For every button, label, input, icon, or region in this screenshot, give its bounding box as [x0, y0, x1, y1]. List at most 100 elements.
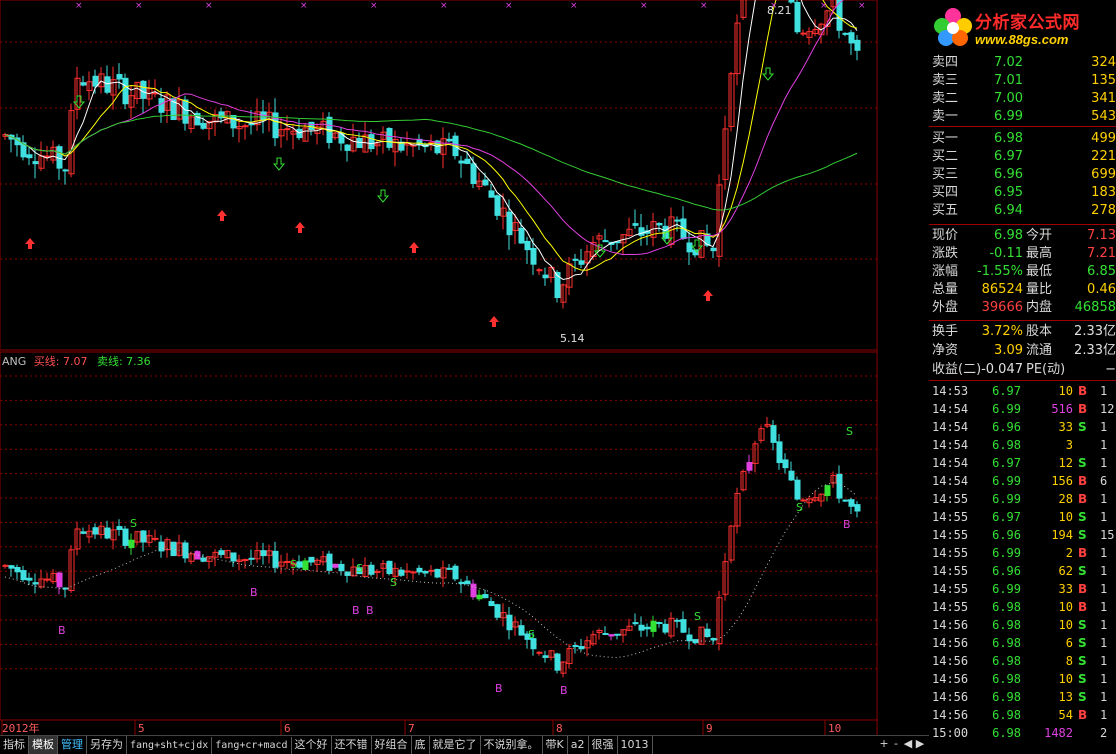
toolbar-tab[interactable]: 还不错: [332, 736, 372, 754]
tick-row[interactable]: 14:55 6.97 10 S 1: [929, 508, 1116, 526]
tick-direction: S: [1078, 618, 1087, 632]
indicator-candle-body: [92, 527, 99, 535]
tick-price: 6.96: [992, 420, 1021, 434]
tick-count: 1: [1100, 654, 1108, 668]
toolbar-tab[interactable]: fang+sht+cjdx: [127, 737, 213, 754]
flower-logo-icon: [934, 8, 972, 46]
ask-label: 卖四: [932, 55, 959, 70]
tick-count: 1: [1100, 708, 1108, 722]
bid-volume: 278: [1091, 203, 1116, 218]
price-candle-body: [248, 123, 255, 126]
top-signal-marker: ×: [640, 1, 648, 11]
tick-row[interactable]: 14:55 6.99 2 B 1: [929, 544, 1116, 562]
ask-price: 7.01: [994, 73, 1023, 88]
tick-count: 1: [1100, 672, 1108, 686]
toolbar-tab[interactable]: 这个好: [292, 736, 332, 754]
toolbar-tab[interactable]: 就是它了: [430, 736, 481, 754]
price-candle-body: [482, 179, 489, 186]
indicator-candle-body: [848, 499, 855, 507]
tick-row[interactable]: 14:54 6.99 516 B 12: [929, 400, 1116, 418]
tick-row[interactable]: 14:56 6.98 6 S 1: [929, 634, 1116, 652]
tick-row[interactable]: 14:55 6.96 194 S 15: [929, 526, 1116, 544]
tick-row[interactable]: 14:54 6.98 3 1: [929, 436, 1116, 454]
indicator-candle-body: [776, 441, 783, 464]
tick-row[interactable]: 14:53 6.97 10 B 1: [929, 382, 1116, 400]
nav-button[interactable]: +: [878, 735, 890, 753]
tick-row[interactable]: 14:55 6.96 62 S 1: [929, 562, 1116, 580]
chart-area[interactable]: 7.1107.096.38-10%5.74-20%8.508.258.007.7…: [0, 0, 878, 735]
quote-value: 6.85: [1087, 264, 1116, 279]
tick-row[interactable]: 15:00 6.98 1482 2: [929, 724, 1116, 742]
indicator-candle-body: [32, 582, 39, 585]
top-signal-marker: ×: [440, 1, 448, 11]
price-candle-body: [158, 98, 165, 113]
sell-signal-label: S: [528, 628, 535, 641]
toolbar-tab[interactable]: 不说别拿。: [481, 736, 543, 754]
indicator-candle-body: [326, 553, 333, 571]
quote-value: 39666: [981, 300, 1023, 315]
ma60-line: [4, 114, 858, 211]
tick-row[interactable]: 14:56 6.98 10 S 1: [929, 616, 1116, 634]
tick-row[interactable]: 14:54 6.99 156 B 6: [929, 472, 1116, 490]
tick-row[interactable]: 14:56 6.98 13 S 1: [929, 688, 1116, 706]
quote-label: PE(动): [1026, 362, 1066, 377]
quote-label: 现价: [932, 228, 959, 243]
tick-row[interactable]: 14:56 6.98 10 S 1: [929, 670, 1116, 688]
toolbar-tab[interactable]: 指标: [0, 736, 29, 754]
logo-url: www.88gs.com: [975, 32, 1069, 47]
tick-time: 14:55: [932, 492, 969, 506]
price-candle-body: [518, 227, 525, 244]
tick-row[interactable]: 14:56 6.98 8 S 1: [929, 652, 1116, 670]
tick-row[interactable]: 14:54 6.97 12 S 1: [929, 454, 1116, 472]
toolbar-tab[interactable]: a2: [568, 736, 589, 754]
tick-row[interactable]: 14:56 6.98 54 B 1: [929, 706, 1116, 724]
price-candle-body: [344, 144, 351, 151]
indicator-candle-body: [104, 527, 111, 539]
indicator-candle-body: [704, 628, 711, 638]
nav-button[interactable]: -: [890, 735, 902, 753]
toolbar-tab[interactable]: 模板: [29, 736, 58, 754]
logo: 分析家公式网 www.88gs.com: [929, 0, 1116, 54]
toolbar-tab[interactable]: 管理: [58, 736, 87, 754]
toolbar-tab[interactable]: 很强: [589, 736, 618, 754]
ask-volume: 543: [1091, 109, 1116, 124]
toolbar-tab[interactable]: 底: [412, 736, 430, 754]
indicator-candle-body: [116, 526, 123, 530]
buy-arrow-icon: [703, 290, 713, 301]
tick-volume: 62: [1058, 564, 1073, 578]
indicator-candle-body: [476, 594, 483, 600]
indicator-candle-body: [242, 559, 249, 562]
tick-row[interactable]: 14:54 6.96 33 S 1: [929, 418, 1116, 436]
tick-time: 14:53: [932, 384, 969, 398]
buy-signal-label: B: [843, 518, 851, 531]
toolbar-tab[interactable]: fang+cr+macd: [212, 737, 292, 754]
date-axis-label: 7: [408, 722, 415, 735]
quote-value: -0.11: [989, 246, 1023, 261]
bid-row: 买一 6.98 499: [929, 130, 1116, 148]
buy-signal-label: B: [495, 682, 503, 695]
toolbar-tab[interactable]: 另存为: [87, 736, 127, 754]
toolbar-tab[interactable]: 1013: [618, 736, 653, 754]
tick-row[interactable]: 14:55 6.98 10 B 1: [929, 598, 1116, 616]
tick-count: 2: [1100, 726, 1108, 740]
tick-direction: B: [1078, 708, 1088, 722]
nav-buttons: + - ◀ ▶: [878, 735, 929, 753]
top-signal-marker: ×: [858, 1, 866, 11]
tick-price: 6.98: [992, 690, 1021, 704]
nav-button[interactable]: ◀: [902, 735, 914, 753]
tick-count: 1: [1100, 420, 1108, 434]
tick-row[interactable]: 14:55 6.99 33 B 1: [929, 580, 1116, 598]
indicator-candle-body: [410, 571, 417, 574]
quote-value: -1.55%: [977, 264, 1023, 279]
price-candle-body: [842, 32, 849, 35]
toolbar-tab[interactable]: 带K: [543, 736, 568, 754]
toolbar-tab[interactable]: 好组合: [372, 736, 412, 754]
tick-price: 6.98: [992, 636, 1021, 650]
nav-button[interactable]: ▶: [914, 735, 926, 753]
ask-label: 卖二: [932, 91, 959, 106]
date-axis-label: 6: [284, 722, 291, 735]
price-candle-body: [62, 169, 69, 172]
indicator-candle-body: [8, 565, 15, 569]
tick-row[interactable]: 14:55 6.99 28 B 1: [929, 490, 1116, 508]
tick-volume: 10: [1058, 672, 1073, 686]
